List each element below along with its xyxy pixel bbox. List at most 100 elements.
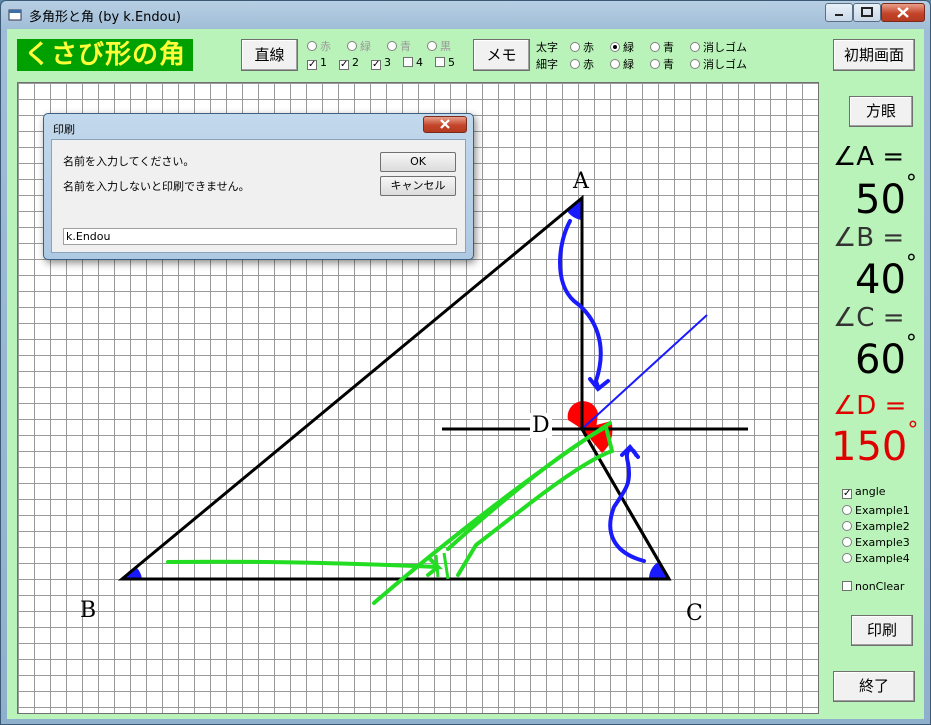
dialog-title: 印刷 xyxy=(53,123,75,136)
blue-arrow-a xyxy=(558,219,610,392)
angle-checkbox[interactable]: ✓ angle xyxy=(842,485,886,499)
angle-a-value: 50 xyxy=(855,177,906,223)
thick-blue[interactable]: 青 xyxy=(650,39,674,55)
thick-eraser[interactable]: 消しゴム xyxy=(690,39,747,55)
angle-b-label: ∠B = xyxy=(833,223,905,253)
radio-icon xyxy=(570,42,580,52)
app-logo: くさび形の角 xyxy=(17,39,193,71)
title-bar[interactable]: 多角形と角 (by k.Endou) xyxy=(1,1,930,27)
thin-eraser[interactable]: 消しゴム xyxy=(690,56,747,72)
radio-icon xyxy=(570,59,580,69)
green-tick xyxy=(434,552,450,580)
example-2-radio[interactable]: Example2 xyxy=(842,520,910,533)
reset-button[interactable]: 初期画面 xyxy=(833,39,915,71)
point-label-b: B xyxy=(80,598,97,623)
angle-a-value-row: 50° xyxy=(855,171,917,223)
example-3-radio[interactable]: Example3 xyxy=(842,536,910,549)
line-check-5[interactable]: 5 xyxy=(435,56,455,69)
radio-icon xyxy=(690,42,700,52)
green-arrow-bottom xyxy=(166,557,444,577)
checkbox-checked-icon: ✓ xyxy=(339,59,349,70)
print-button[interactable]: 印刷 xyxy=(851,615,913,646)
point-label-c: C xyxy=(686,601,703,626)
maximize-icon xyxy=(861,7,873,17)
angle-c-value: 60 xyxy=(855,337,906,383)
dialog-cancel-button[interactable]: キャンセル xyxy=(380,176,456,196)
print-dialog: 印刷 名前を入力してください。 名前を入力しないと印刷できません。 OK キャン… xyxy=(43,113,474,260)
example-4-radio[interactable]: Example4 xyxy=(842,552,910,565)
angle-c-value-row: 60° xyxy=(855,331,917,383)
maximize-button[interactable] xyxy=(853,3,881,22)
name-input[interactable]: k.Endou xyxy=(63,228,457,245)
radio-icon xyxy=(842,553,852,563)
line-check-4[interactable]: 4 xyxy=(403,56,423,69)
close-button[interactable] xyxy=(881,3,925,22)
thick-label: 太字 xyxy=(536,41,558,54)
dialog-body: 名前を入力してください。 名前を入力しないと印刷できません。 OK キャンセル … xyxy=(51,139,466,253)
checkbox-checked-icon: ✓ xyxy=(842,488,852,499)
angle-d-value-row: 150° xyxy=(831,418,918,470)
nonclear-checkbox[interactable]: nonClear xyxy=(842,580,904,593)
line-check-2[interactable]: ✓ 2 xyxy=(339,56,359,70)
radio-icon xyxy=(610,59,620,69)
line-color-blue[interactable]: 青 xyxy=(387,38,411,54)
dialog-close-button[interactable] xyxy=(423,116,467,133)
degree-sign: ° xyxy=(905,251,917,276)
degree-sign: ° xyxy=(905,331,917,356)
radio-selected-icon xyxy=(610,42,620,52)
angle-d-label: ∠D = xyxy=(833,391,907,421)
radio-icon xyxy=(842,521,852,531)
degree-sign: ° xyxy=(907,418,919,443)
radio-icon xyxy=(650,42,660,52)
line-color-green[interactable]: 緑 xyxy=(347,38,371,54)
point-label-a: A xyxy=(573,169,589,194)
close-icon xyxy=(440,119,450,129)
thick-green[interactable]: 緑 xyxy=(610,39,634,55)
radio-icon xyxy=(690,59,700,69)
angle-c-label: ∠C = xyxy=(833,303,905,333)
minimize-icon xyxy=(835,14,843,16)
window-title: 多角形と角 (by k.Endou) xyxy=(29,10,181,25)
radio-icon xyxy=(307,41,317,51)
thin-green[interactable]: 緑 xyxy=(610,56,634,72)
example-1-radio[interactable]: Example1 xyxy=(842,504,910,517)
point-label-d: D xyxy=(530,413,552,438)
blue-line xyxy=(581,314,708,430)
dialog-message-2: 名前を入力しないと印刷できません。 xyxy=(63,180,250,193)
checkbox-icon xyxy=(435,57,445,67)
checkbox-icon xyxy=(842,581,852,591)
thin-red[interactable]: 赤 xyxy=(570,56,594,72)
dialog-message-1: 名前を入力してください。 xyxy=(63,155,195,168)
checkbox-checked-icon: ✓ xyxy=(371,59,381,70)
grid-button[interactable]: 方眼 xyxy=(849,96,913,127)
thin-label: 細字 xyxy=(536,58,558,71)
radio-icon xyxy=(387,41,397,51)
checkbox-checked-icon: ✓ xyxy=(307,59,317,70)
radio-icon xyxy=(842,505,852,515)
thick-red[interactable]: 赤 xyxy=(570,39,594,55)
app-window: 多角形と角 (by k.Endou) くさび形の角 直線 赤 緑 青 黒 ✓ 1 … xyxy=(0,0,931,725)
radio-icon xyxy=(347,41,357,51)
green-path xyxy=(446,424,615,577)
close-icon xyxy=(897,7,909,18)
radio-icon xyxy=(842,537,852,547)
degree-sign: ° xyxy=(905,171,917,196)
memo-button[interactable]: メモ xyxy=(473,39,530,71)
angle-d-value: 150 xyxy=(831,424,908,470)
dialog-ok-button[interactable]: OK xyxy=(380,152,456,172)
angle-b-value: 40 xyxy=(855,257,906,303)
radio-icon xyxy=(427,41,437,51)
line-color-red[interactable]: 赤 xyxy=(307,38,331,54)
line-check-3[interactable]: ✓ 3 xyxy=(371,56,391,70)
checkbox-icon xyxy=(403,57,413,67)
line-check-1[interactable]: ✓ 1 xyxy=(307,56,327,70)
app-icon xyxy=(8,7,22,21)
angle-b-value-row: 40° xyxy=(855,251,917,303)
angle-a-label: ∠A = xyxy=(833,142,905,172)
thin-blue[interactable]: 青 xyxy=(650,56,674,72)
radio-icon xyxy=(650,59,660,69)
exit-button[interactable]: 終了 xyxy=(833,671,915,702)
line-button[interactable]: 直線 xyxy=(241,39,298,71)
line-color-black[interactable]: 黒 xyxy=(427,38,451,54)
minimize-button[interactable] xyxy=(825,3,853,22)
